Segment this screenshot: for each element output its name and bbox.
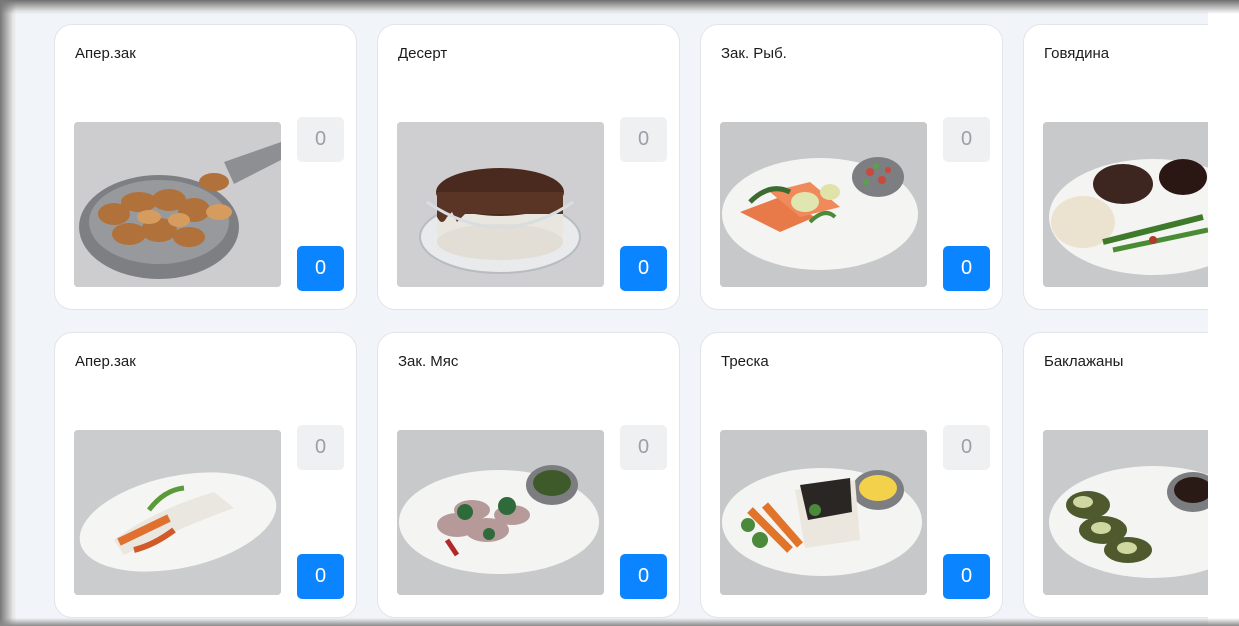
dish-card[interactable]: Апер.зак 0 0 — [54, 24, 357, 310]
dish-title: Зак. Рыб. — [721, 45, 787, 62]
add-to-order-button[interactable]: 0 — [943, 246, 990, 291]
add-to-order-button[interactable]: 0 — [620, 246, 667, 291]
quantity-counter: 0 — [943, 117, 990, 162]
dish-photo-meat-salad — [397, 430, 604, 595]
dish-photo-eggplant — [1043, 430, 1208, 595]
dish-card[interactable]: Треска 0 0 — [700, 332, 1003, 618]
dish-photo-spring-rolls — [74, 430, 281, 595]
dish-photo-cod — [720, 430, 927, 595]
window-shadow-left — [0, 0, 16, 626]
dish-photo-beef — [1043, 122, 1208, 287]
quantity-counter: 0 — [943, 425, 990, 470]
dish-title: Говядина — [1044, 45, 1110, 62]
dish-title: Апер.зак — [75, 45, 136, 62]
screen-frame: Апер.зак 0 0 Десерт 0 0 Зак. Рыб. 0 0 Го… — [0, 0, 1239, 626]
window-shadow-top — [0, 0, 1239, 14]
quantity-counter: 0 — [620, 117, 667, 162]
dish-title: Баклажаны — [1044, 353, 1124, 370]
quantity-counter: 0 — [297, 117, 344, 162]
dish-title: Зак. Мяс — [398, 353, 459, 370]
dish-card[interactable]: Говядина 0 0 — [1023, 24, 1208, 310]
add-to-order-button[interactable]: 0 — [620, 554, 667, 599]
window-shadow-bottom — [0, 618, 1239, 626]
quantity-counter: 0 — [297, 425, 344, 470]
add-to-order-button[interactable]: 0 — [943, 554, 990, 599]
add-to-order-button[interactable]: 0 — [297, 554, 344, 599]
dish-photo-cake — [397, 122, 604, 287]
dish-card[interactable]: Десерт 0 0 — [377, 24, 680, 310]
menu-grid-viewport: Апер.зак 0 0 Десерт 0 0 Зак. Рыб. 0 0 Го… — [14, 12, 1208, 626]
dish-grid: Апер.зак 0 0 Десерт 0 0 Зак. Рыб. 0 0 Го… — [54, 24, 1208, 618]
dish-card[interactable]: Баклажаны — [1023, 332, 1208, 618]
add-to-order-button[interactable]: 0 — [297, 246, 344, 291]
dish-title: Апер.зак — [75, 353, 136, 370]
dish-photo-fish-salad — [720, 122, 927, 287]
dish-card[interactable]: Зак. Рыб. 0 0 — [700, 24, 1003, 310]
dish-title: Десерт — [398, 45, 448, 62]
dish-title: Треска — [721, 353, 769, 370]
dish-photo-nuts — [74, 122, 281, 287]
quantity-counter: 0 — [620, 425, 667, 470]
dish-card[interactable]: Апер.зак 0 0 — [54, 332, 357, 618]
dish-card[interactable]: Зак. Мяс 0 0 — [377, 332, 680, 618]
